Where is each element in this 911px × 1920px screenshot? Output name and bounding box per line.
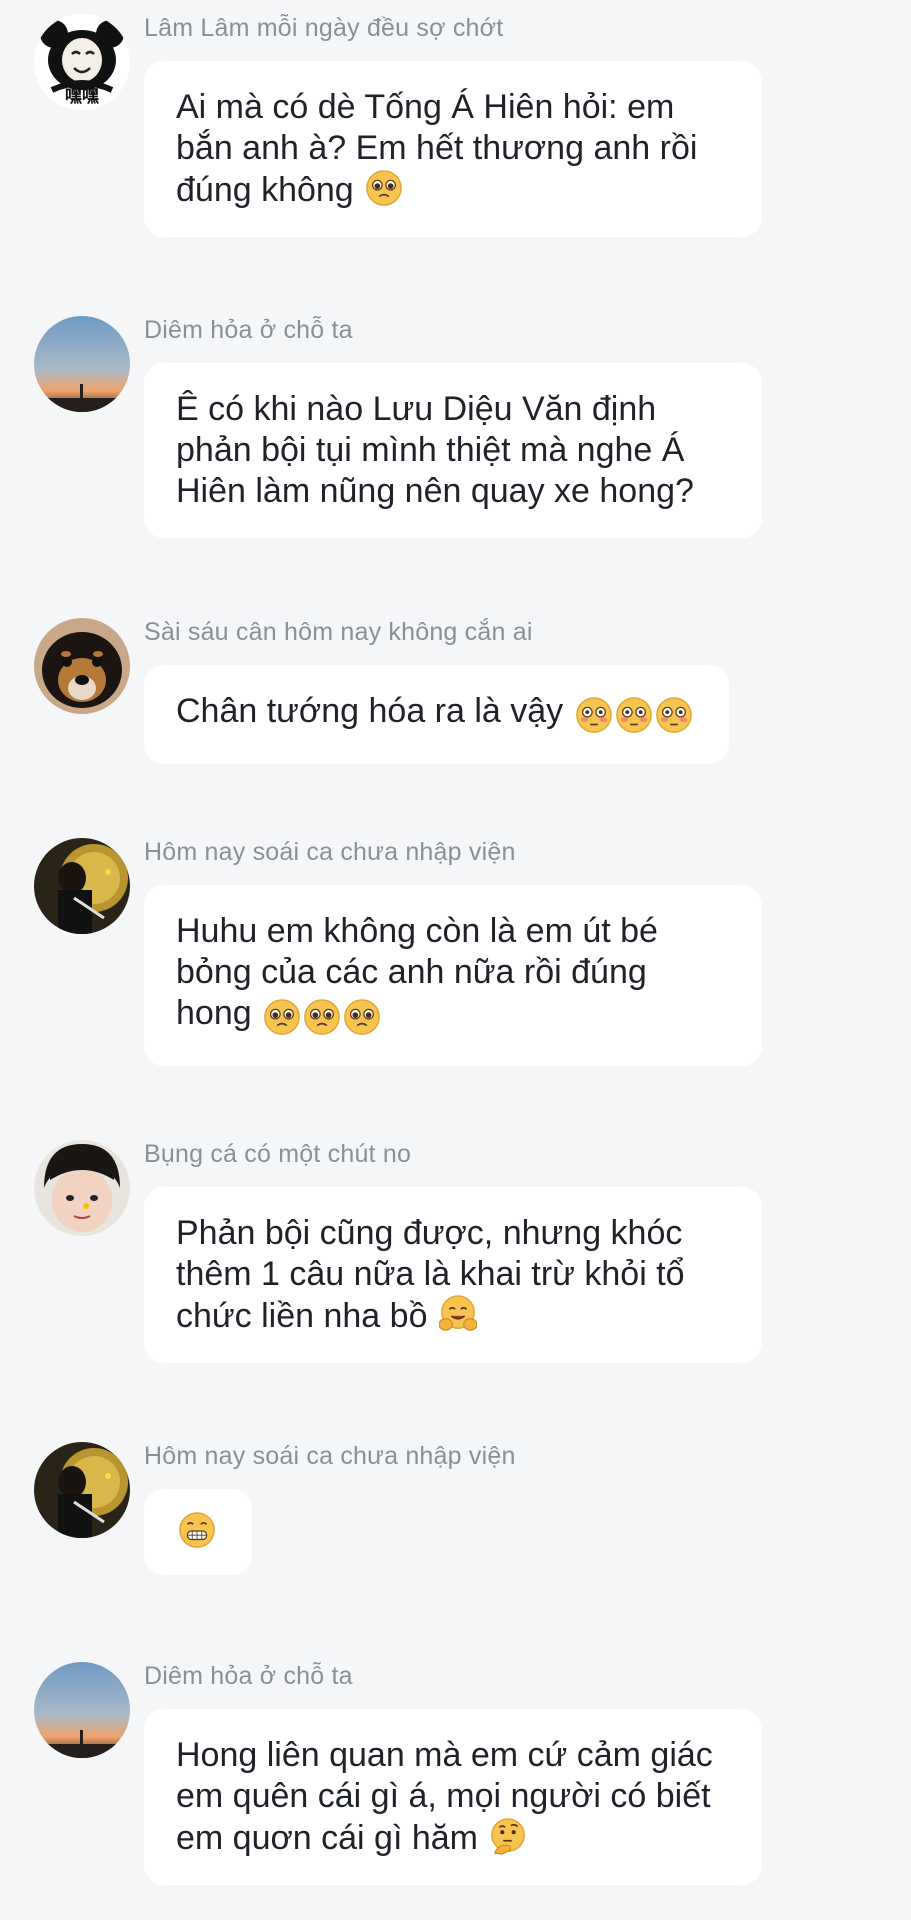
pleading-face-icon bbox=[343, 998, 381, 1036]
pleading-face-icon bbox=[263, 998, 301, 1036]
boy-face-icon bbox=[34, 1140, 130, 1236]
avatar-caption: 嘿嘿 bbox=[65, 87, 99, 107]
message-text: Chân tướng hóa ra là vậy bbox=[176, 692, 564, 730]
message-bubble[interactable]: Chân tướng hóa ra là vậy bbox=[144, 665, 729, 764]
sunset-icon bbox=[34, 1662, 130, 1758]
thinking-face-icon bbox=[489, 1817, 527, 1855]
avatar[interactable] bbox=[34, 316, 130, 412]
sender-name[interactable]: Hôm nay soái ca chưa nhập viện bbox=[144, 838, 516, 867]
sender-name[interactable]: Lâm Lâm mỗi ngày đều sợ chớt bbox=[144, 14, 503, 43]
avatar[interactable] bbox=[34, 1662, 130, 1758]
emoji-row bbox=[261, 998, 381, 1040]
message-bubble[interactable]: Ai mà có dè Tống Á Hiên hỏi: em bắn anh … bbox=[144, 61, 762, 237]
flushed-face-icon bbox=[575, 696, 613, 734]
sender-name[interactable]: Diêm hỏa ở chỗ ta bbox=[144, 316, 353, 345]
flushed-face-icon bbox=[615, 696, 653, 734]
sunset-icon bbox=[34, 316, 130, 412]
message-text: Ai mà có dè Tống Á Hiên hỏi: em bắn anh … bbox=[176, 88, 698, 209]
message-text: Phản bội cũng được, nhưng khóc thêm 1 câ… bbox=[176, 1214, 685, 1335]
chat-thread: 嘿嘿 Lâm Lâm mỗi ngày đều sợ chớt Ai mà có… bbox=[0, 0, 911, 1920]
message-bubble[interactable]: Huhu em không còn là em út bé bỏng của c… bbox=[144, 885, 762, 1066]
avatar[interactable] bbox=[34, 1442, 130, 1538]
message-bubble[interactable]: Hong liên quan mà em cứ cảm giác em quên… bbox=[144, 1709, 762, 1885]
message-bubble[interactable]: Phản bội cũng được, nhưng khóc thêm 1 câ… bbox=[144, 1187, 762, 1363]
pleading-face-icon bbox=[303, 998, 341, 1036]
message-text: Ê có khi nào Lưu Diệu Văn định phản bội … bbox=[176, 390, 694, 510]
hugging-face-icon bbox=[438, 1295, 477, 1333]
boy-golden-icon bbox=[34, 838, 130, 934]
emoji-row bbox=[573, 696, 693, 738]
boy-golden-icon bbox=[34, 1442, 130, 1538]
sender-name[interactable]: Sài sáu cân hôm nay không cắn ai bbox=[144, 618, 533, 647]
flushed-face-icon bbox=[655, 696, 693, 734]
message-bubble[interactable] bbox=[144, 1489, 252, 1575]
avatar[interactable] bbox=[34, 838, 130, 934]
message-text: Hong liên quan mà em cứ cảm giác em quên… bbox=[176, 1736, 713, 1857]
sender-name[interactable]: Bụng cá có một chút no bbox=[144, 1140, 411, 1169]
pleading-face-icon bbox=[365, 169, 403, 207]
message-text: Huhu em không còn là em út bé bỏng của c… bbox=[176, 912, 658, 1032]
dog-icon bbox=[34, 618, 130, 714]
avatar[interactable]: 嘿嘿 bbox=[34, 14, 130, 110]
sender-name[interactable]: Hôm nay soái ca chưa nhập viện bbox=[144, 1442, 516, 1471]
avatar[interactable] bbox=[34, 618, 130, 714]
grimacing-face-icon bbox=[178, 1511, 216, 1549]
message-bubble[interactable]: Ê có khi nào Lưu Diệu Văn định phản bội … bbox=[144, 363, 762, 538]
sender-name[interactable]: Diêm hỏa ở chỗ ta bbox=[144, 1662, 353, 1691]
avatar[interactable] bbox=[34, 1140, 130, 1236]
